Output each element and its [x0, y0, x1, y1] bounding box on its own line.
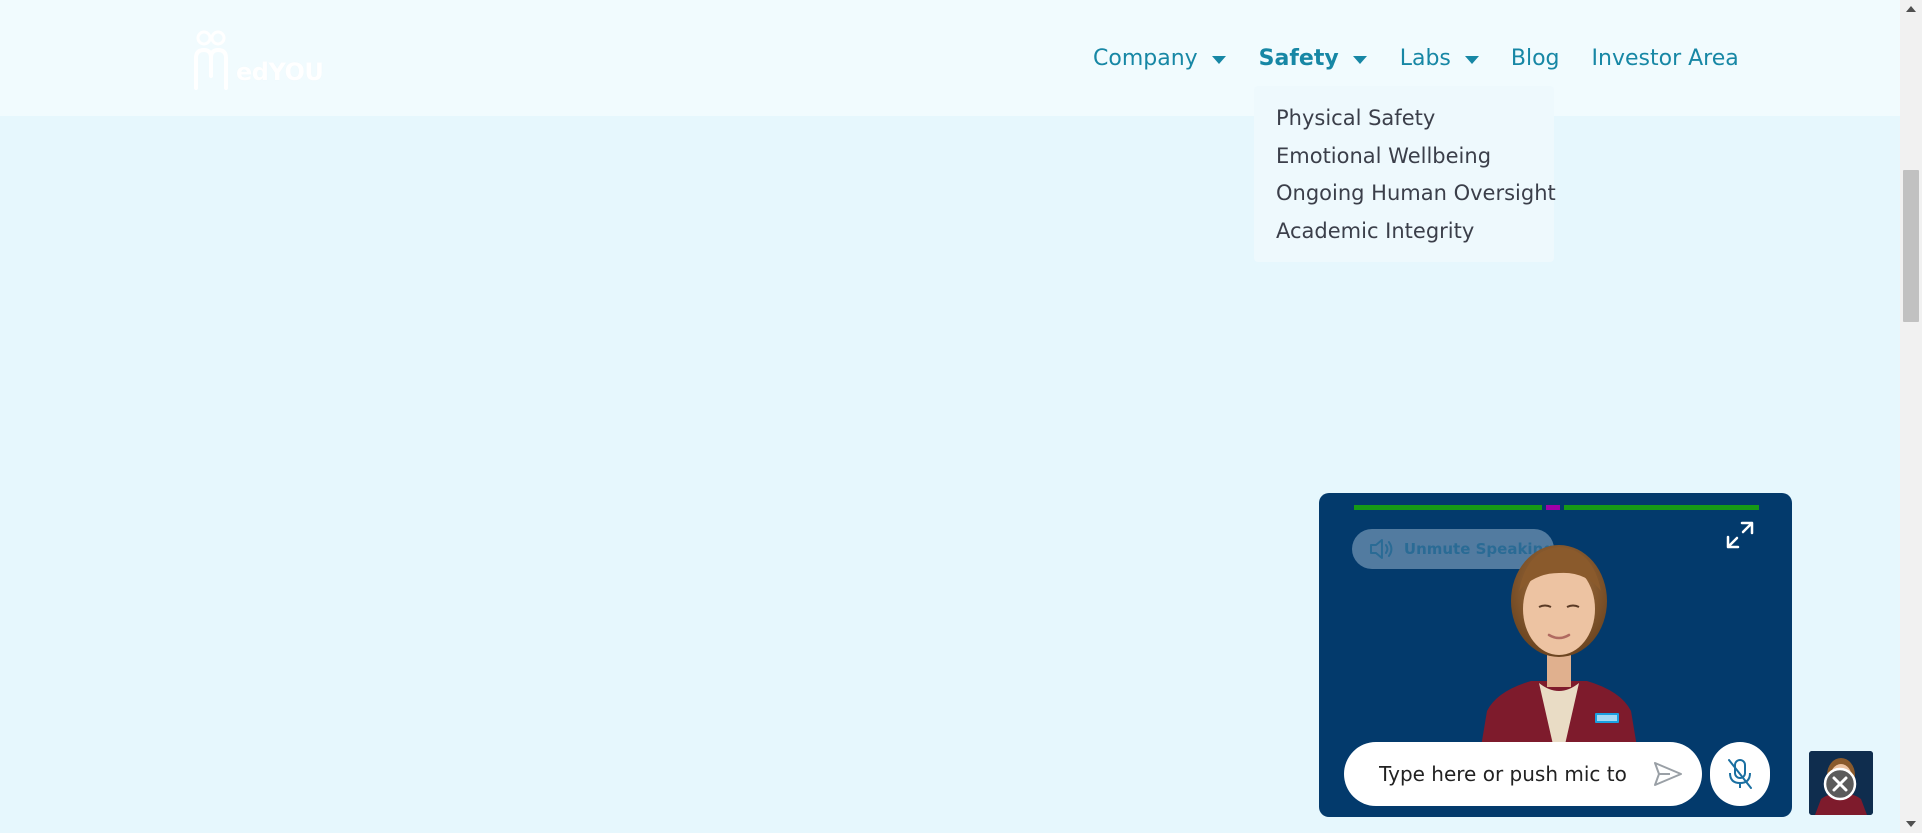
dropdown-item-academic-integrity[interactable]: Academic Integrity: [1276, 217, 1554, 255]
nav-company-label: Company: [1093, 45, 1198, 71]
mic-button[interactable]: [1710, 742, 1770, 806]
nav-company[interactable]: Company: [1093, 46, 1226, 71]
expand-icon: [1726, 521, 1754, 549]
nav-investor-area-label: Investor Area: [1591, 45, 1739, 71]
logo-mark-icon: [194, 30, 228, 90]
close-button[interactable]: [1823, 767, 1857, 801]
caret-down-icon: [1352, 55, 1367, 64]
avatar-mini-thumbnail[interactable]: [1809, 751, 1873, 815]
expand-button[interactable]: [1724, 519, 1756, 551]
page-scrollbar[interactable]: [1900, 0, 1922, 833]
avatar-figure: [1477, 545, 1641, 771]
send-icon: [1654, 762, 1682, 786]
dropdown-item-emotional-wellbeing[interactable]: Emotional Wellbeing: [1276, 142, 1554, 180]
nav-labs-label: Labs: [1399, 45, 1451, 71]
scroll-down-icon[interactable]: [1906, 821, 1916, 827]
dropdown-item-physical-safety[interactable]: Physical Safety: [1276, 104, 1554, 142]
send-button[interactable]: [1652, 760, 1684, 788]
close-icon: [1823, 767, 1857, 801]
caret-down-icon: [1464, 55, 1479, 64]
chat-input-container: [1344, 742, 1702, 806]
nav-labs[interactable]: Labs: [1400, 46, 1479, 71]
logo-text: edYOU: [236, 58, 324, 86]
brand-logo[interactable]: edYOU: [190, 24, 330, 90]
safety-dropdown-menu: Physical Safety Emotional Wellbeing Ongo…: [1254, 86, 1556, 262]
nav-safety-label: Safety: [1258, 45, 1339, 71]
mic-off-icon: [1728, 759, 1752, 789]
speaker-icon: [1369, 539, 1393, 559]
nav-investor-area[interactable]: Investor Area: [1592, 46, 1739, 71]
dropdown-item-ongoing-human-oversight[interactable]: Ongoing Human Oversight: [1276, 179, 1556, 217]
nav-blog-label: Blog: [1510, 45, 1560, 71]
main-nav: Company Safety Labs Blog Investor Area: [1093, 42, 1739, 74]
scroll-up-icon[interactable]: [1906, 6, 1916, 12]
site-header: edYOU Company Safety Labs Blog Investor …: [0, 0, 1900, 116]
caret-down-icon: [1211, 55, 1226, 64]
audio-level-meter: [1354, 505, 1759, 510]
chat-message-input[interactable]: [1379, 762, 1629, 786]
avatar-chat-widget: Unmute Speaking: [1319, 493, 1792, 817]
nav-blog[interactable]: Blog: [1511, 46, 1560, 71]
nav-safety[interactable]: Safety: [1259, 46, 1367, 71]
scroll-thumb[interactable]: [1903, 170, 1919, 322]
